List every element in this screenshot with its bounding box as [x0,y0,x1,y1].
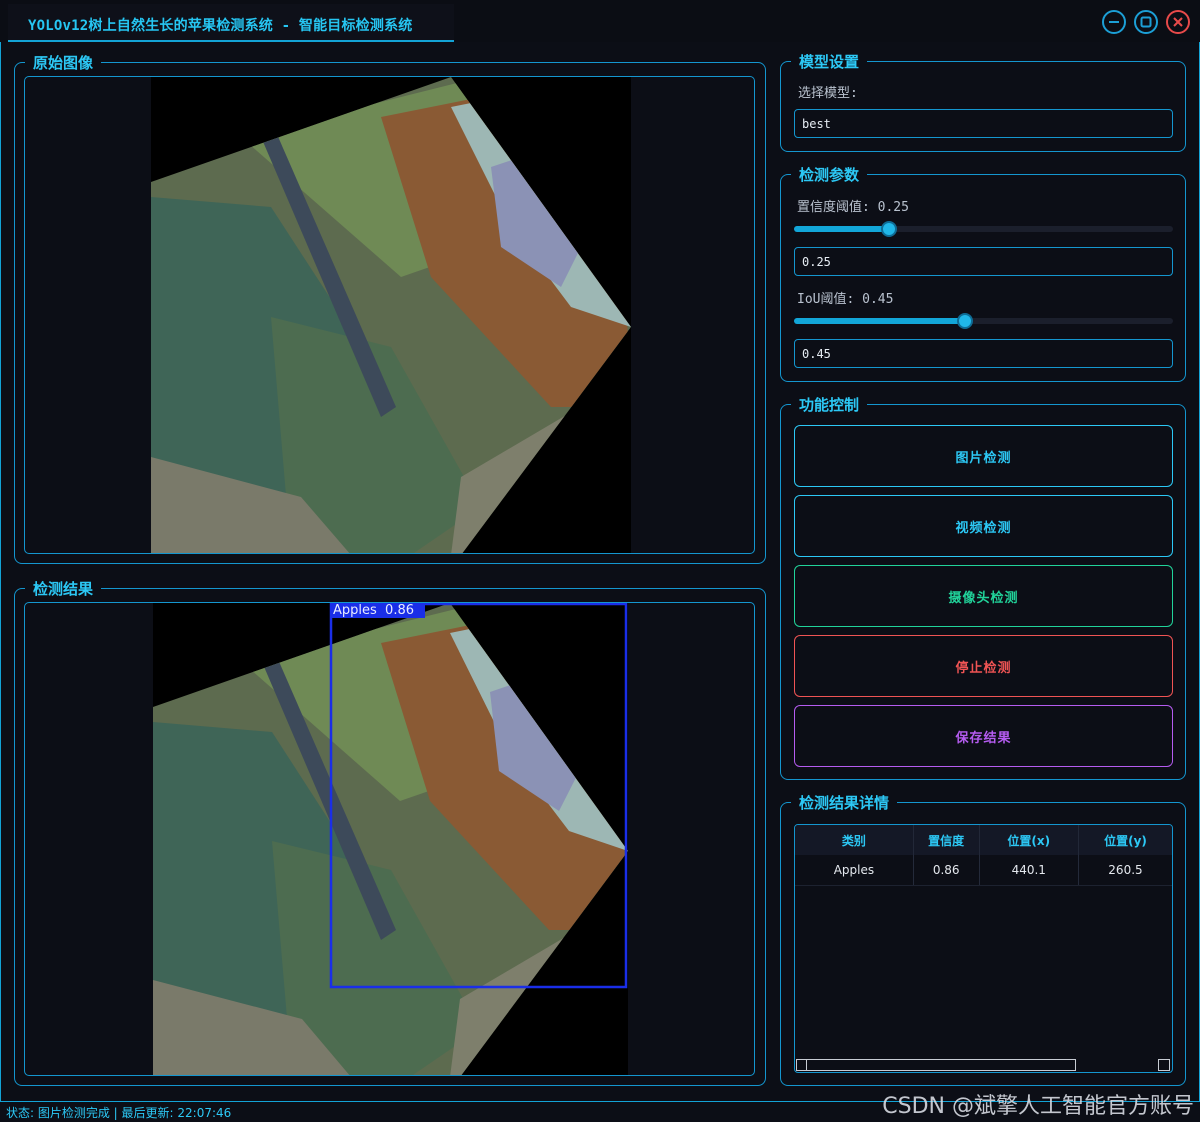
result-image: Apples 0.86 [153,603,628,1075]
iou-input[interactable]: 0.45 [794,339,1173,368]
function-control-title: 功能控制 [799,396,860,414]
iou-slider[interactable] [794,313,1173,329]
minimize-button[interactable] [1102,10,1126,34]
confidence-label: 置信度阈值: 0.25 [797,200,909,215]
result-image-frame: Apples 0.86 [24,602,755,1076]
iou-slider-handle[interactable] [956,313,973,329]
result-details-title: 检测结果详情 [799,794,890,812]
original-image-frame [24,76,755,554]
model-select-label: 选择模型: [798,86,858,101]
close-icon [1173,17,1183,27]
cell-confidence: 0.86 [913,855,980,886]
header-class[interactable]: 类别 [795,825,914,855]
iou-slider-fill [794,318,965,324]
stop-detect-button[interactable]: 停止检测 [794,635,1173,697]
detection-label: Apples 0.86 [333,603,414,618]
model-settings-title: 模型设置 [799,53,860,71]
result-table-container: 类别 置信度 位置(x) 位置(y) Apples 0.86 440.1 260… [794,824,1173,1073]
table-row[interactable]: Apples 0.86 440.1 260.5 [795,855,1172,886]
horizontal-scrollbar[interactable] [796,1059,1076,1071]
video-detect-button[interactable]: 视频检测 [794,495,1173,557]
scrollbar-right-arrow[interactable] [1158,1059,1170,1071]
header-pos-y[interactable]: 位置(y) [1078,825,1172,855]
title-bar: YOLOv12树上自然生长的苹果检测系统 - 智能目标检测系统 [0,0,1200,42]
confidence-slider-fill [794,226,889,232]
confidence-slider[interactable] [794,221,1173,237]
maximize-button[interactable] [1134,10,1158,34]
header-pos-x[interactable]: 位置(x) [979,825,1079,855]
status-text: 状态: 图片检测完成 | 最后更新: 22:07:46 [6,1106,232,1120]
original-image-title: 原始图像 [33,54,94,72]
result-image-title: 检测结果 [33,580,94,598]
confidence-slider-handle[interactable] [880,221,897,237]
header-confidence[interactable]: 置信度 [913,825,980,855]
function-buttons: 图片检测 视频检测 摄像头检测 停止检测 保存结果 [781,425,1187,775]
maximize-icon [1140,16,1152,28]
save-result-button[interactable]: 保存结果 [794,705,1173,767]
result-table: 类别 置信度 位置(x) 位置(y) Apples 0.86 440.1 260… [795,825,1172,886]
original-image [151,77,631,553]
table-header-row: 类别 置信度 位置(x) 位置(y) [795,825,1172,855]
watermark: CSDN @斌擎人工智能官方账号 [882,1094,1194,1119]
image-detect-button[interactable]: 图片检测 [794,425,1173,487]
close-button[interactable] [1166,10,1190,34]
model-select[interactable]: best [794,109,1173,138]
minimize-icon [1109,21,1119,23]
cell-class: Apples [795,855,914,886]
scrollbar-left-arrow[interactable] [797,1060,807,1070]
iou-label: IoU阈值: 0.45 [797,292,894,307]
cell-pos-x: 440.1 [979,855,1079,886]
title-tab: YOLOv12树上自然生长的苹果检测系统 - 智能目标检测系统 [8,4,454,42]
cell-pos-y: 260.5 [1078,855,1172,886]
camera-detect-button[interactable]: 摄像头检测 [794,565,1173,627]
confidence-input[interactable]: 0.25 [794,247,1173,276]
detection-params-title: 检测参数 [799,166,860,184]
window-title: YOLOv12树上自然生长的苹果检测系统 - 智能目标检测系统 [28,18,413,34]
